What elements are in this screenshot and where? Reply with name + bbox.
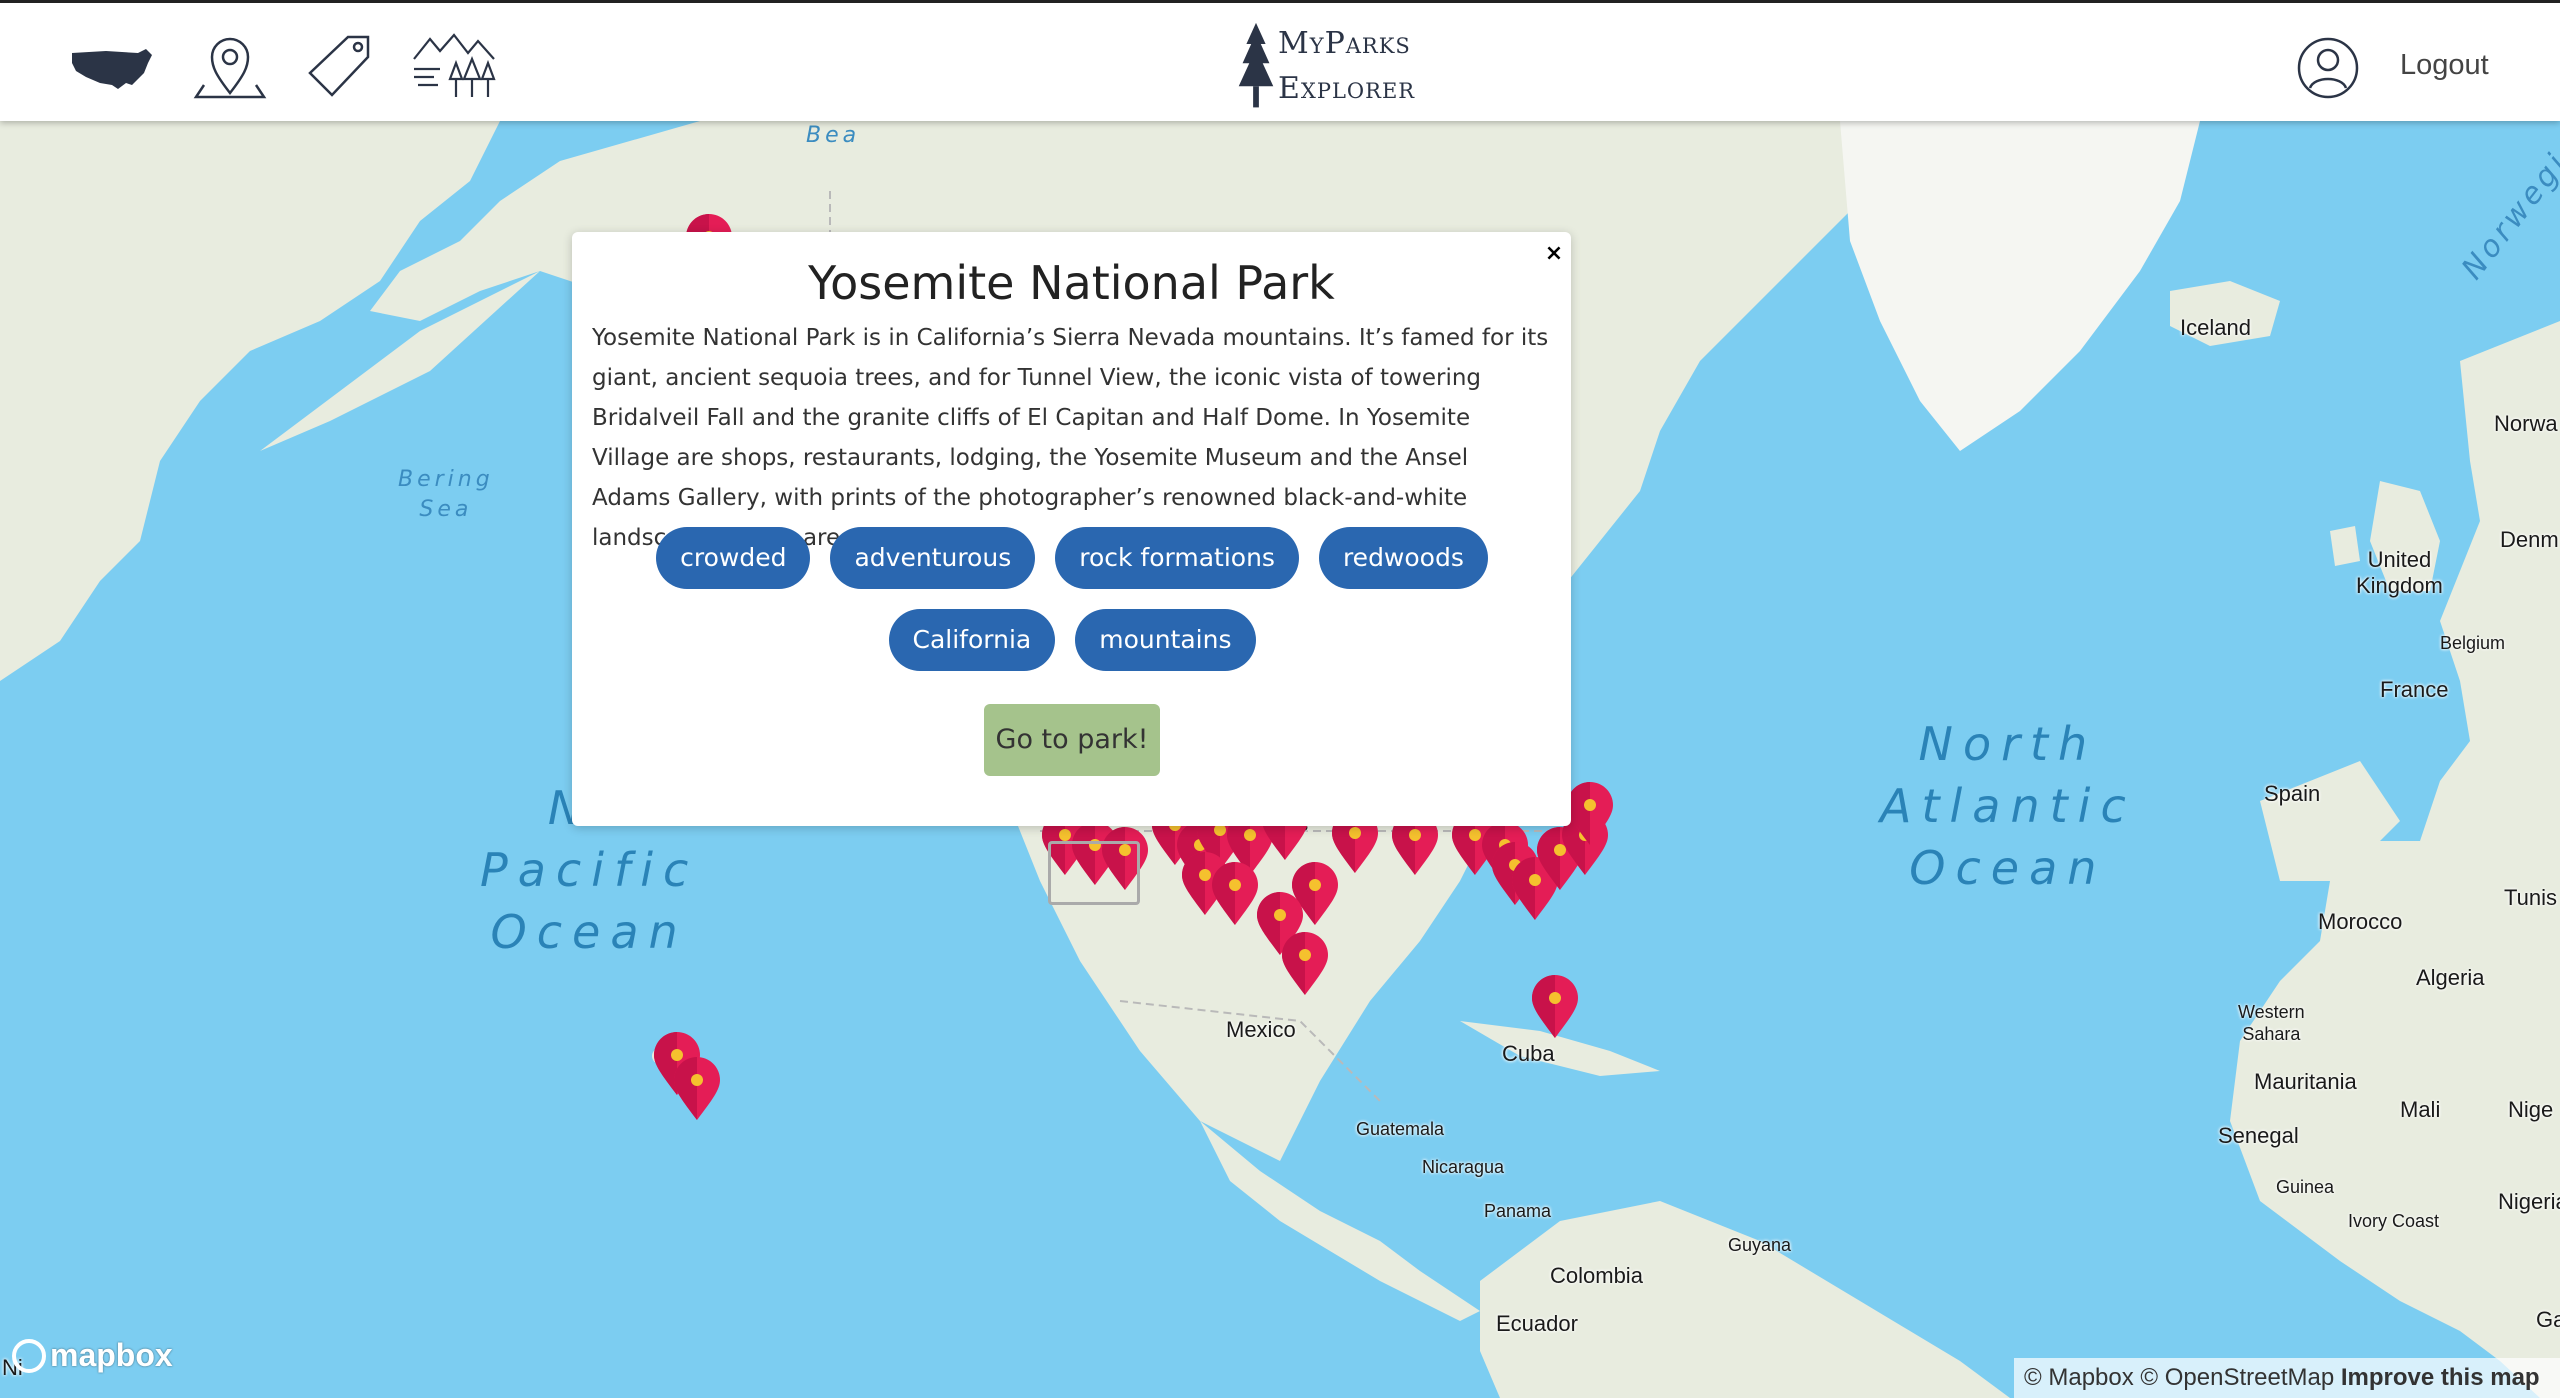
tag-icon[interactable] xyxy=(294,33,382,103)
tag-crowded[interactable]: crowded xyxy=(656,527,811,589)
app-logo[interactable]: MyParks Explorer xyxy=(1236,17,1414,117)
map-pin-icon[interactable] xyxy=(186,33,274,103)
park-marker-pin-icon[interactable] xyxy=(1565,781,1615,847)
place-label-ga: Ga xyxy=(2536,1307,2560,1332)
place-label-guyana: Guyana xyxy=(1728,1235,1792,1255)
place-label-united-kingdom: United Kingdom xyxy=(2356,547,2443,598)
user-avatar-icon[interactable] xyxy=(2296,36,2360,100)
go-to-park-button[interactable]: Go to park! xyxy=(984,704,1160,776)
attribution-mapbox[interactable]: © Mapbox xyxy=(2024,1364,2134,1391)
place-label-norway: Norwa xyxy=(2494,411,2558,436)
logout-button[interactable]: Logout xyxy=(2400,49,2489,82)
popup-title: Yosemite National Park xyxy=(808,256,1335,310)
place-label-denmark: Denm xyxy=(2500,527,2559,552)
logo-text: MyParks Explorer xyxy=(1278,21,1415,111)
sea-label-bering: Bering Sea xyxy=(398,467,494,522)
place-label-nicaragua: Nicaragua xyxy=(1422,1157,1505,1177)
place-label-ivory-coast: Ivory Coast xyxy=(2348,1211,2440,1231)
place-label-senegal: Senegal xyxy=(2218,1123,2299,1148)
place-label-mexico: Mexico xyxy=(1226,1017,1296,1042)
tag-redwoods[interactable]: redwoods xyxy=(1318,527,1488,589)
park-popup: × Yosemite National Park Yosemite Nation… xyxy=(572,232,1571,826)
place-label-morocco: Morocco xyxy=(2318,909,2403,934)
popup-description: Yosemite National Park is in California’… xyxy=(592,325,1549,551)
navbar: MyParks Explorer Logout xyxy=(0,0,2560,121)
logo-line1: MyParks xyxy=(1278,26,1411,61)
place-label-tunisia: Tunis xyxy=(2504,885,2557,910)
place-label-ecuador: Ecuador xyxy=(1496,1311,1578,1336)
logo-line2: Explorer xyxy=(1278,71,1416,106)
place-label-western-sahara: Western Sahara xyxy=(2238,1002,2305,1044)
place-label-algeria: Algeria xyxy=(2416,965,2485,990)
place-label-france: France xyxy=(2380,677,2449,702)
place-label-guatemala: Guatemala xyxy=(1356,1119,1445,1139)
park-marker-pin-icon[interactable] xyxy=(1530,974,1580,1040)
sea-label-bering-top: Bea xyxy=(806,123,861,148)
place-label-mauritania: Mauritania xyxy=(2254,1069,2357,1094)
tag-rock-formations[interactable]: rock formations xyxy=(1055,527,1299,589)
place-label-niger: Nige xyxy=(2508,1097,2554,1122)
tag-mountains[interactable]: mountains xyxy=(1075,609,1256,671)
ocean-label-north-atlantic: North Atlantic Ocean xyxy=(1880,717,2136,895)
place-label-iceland: Iceland xyxy=(2180,315,2251,340)
place-label-panama: Panama xyxy=(1484,1201,1552,1221)
attribution-osm[interactable]: © OpenStreetMap xyxy=(2140,1364,2334,1391)
attribution-improve[interactable]: Improve this map xyxy=(2341,1364,2540,1391)
tag-california[interactable]: California xyxy=(888,609,1056,671)
place-label-nigeria: Nigeria xyxy=(2498,1189,2560,1214)
place-label-cuba: Cuba xyxy=(1502,1041,1555,1066)
place-label-guinea: Guinea xyxy=(2276,1177,2335,1197)
place-label-spain: Spain xyxy=(2264,781,2321,806)
mapbox-logo-text: mapbox xyxy=(50,1337,173,1373)
usa-map-icon[interactable] xyxy=(66,33,154,103)
place-label-colombia: Colombia xyxy=(1550,1263,1643,1288)
mountains-trees-icon[interactable] xyxy=(410,33,498,103)
popup-tags: crowded adventurous rock formations redw… xyxy=(612,527,1532,671)
tag-adventurous[interactable]: adventurous xyxy=(830,527,1036,589)
mapbox-logo-icon xyxy=(12,1338,46,1373)
selected-marker-highlight xyxy=(1048,841,1140,905)
park-marker-pin-icon[interactable] xyxy=(1210,861,1260,927)
place-label-mali: Mali xyxy=(2400,1097,2441,1122)
mapbox-logo[interactable]: mapbox xyxy=(12,1337,173,1374)
park-marker-pin-icon[interactable] xyxy=(672,1056,722,1122)
place-label-belgium: Belgium xyxy=(2440,633,2506,653)
pine-tree-icon xyxy=(1238,22,1274,108)
park-marker-pin-icon[interactable] xyxy=(1280,931,1330,997)
map-attribution: © Mapbox © OpenStreetMap Improve this ma… xyxy=(2014,1358,2560,1398)
